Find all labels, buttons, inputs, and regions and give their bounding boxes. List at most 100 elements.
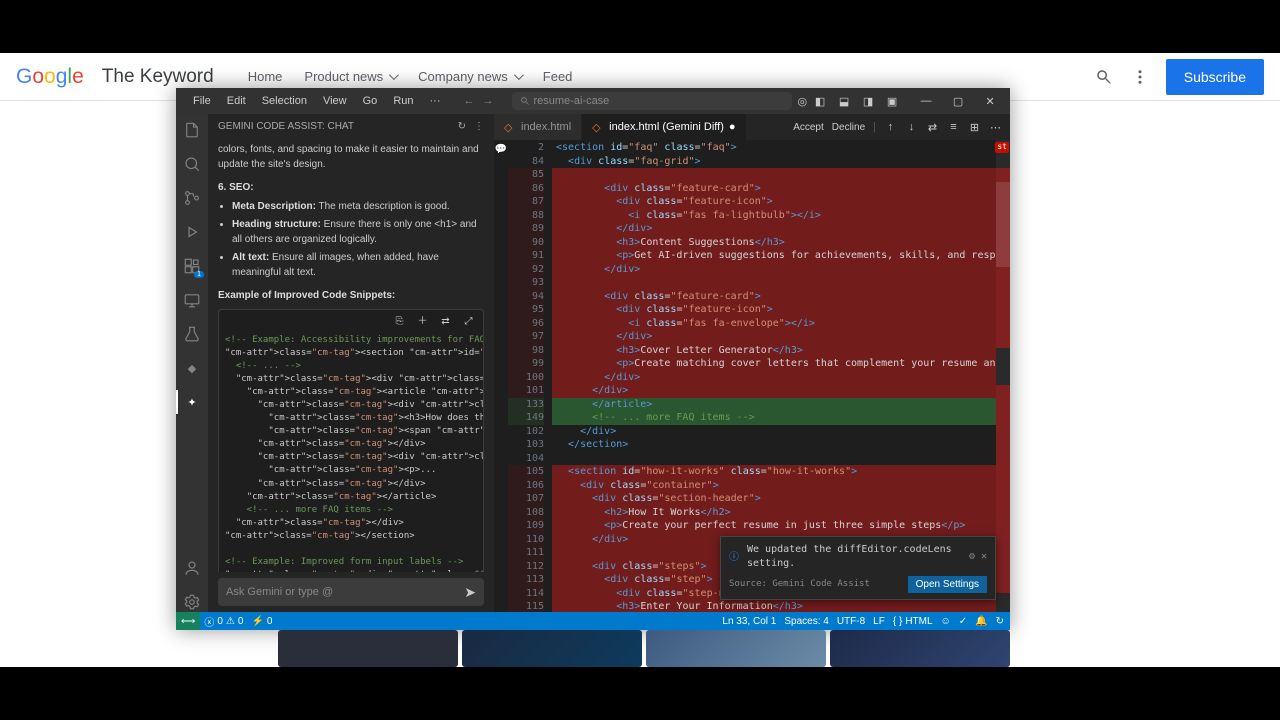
minimap[interactable]: st [996,140,1010,612]
nav-home[interactable]: Home [248,69,283,84]
status-bell-icon[interactable]: 🔔 [975,616,987,627]
search-icon [520,96,530,106]
html-file-icon: ◇ [504,121,516,133]
nav-feed[interactable]: Feed [543,69,573,84]
status-feedback-icon[interactable]: ☺ [941,616,951,627]
notification-close-icon[interactable]: ✕ [981,550,987,564]
comment-icon[interactable]: 💬 [495,143,507,155]
menu-run[interactable]: Run [388,95,418,107]
menu-file[interactable]: File [188,95,216,107]
activity-bar: 1 ◆ ✦ [176,114,208,612]
thumbnail[interactable] [646,630,826,667]
next-change-icon[interactable]: ↓ [905,121,918,134]
chat-history-icon[interactable]: ⋮ [474,121,484,132]
tab-gemini-diff[interactable]: ◇ index.html (Gemini Diff) ● [582,114,746,140]
inline-view-icon[interactable]: ≡ [947,121,960,134]
editor-tabs: ◇ index.html ◇ index.html (Gemini Diff) … [494,114,1010,140]
status-problems[interactable]: ⓧ 0 ⚠ 0 [204,614,243,629]
menu-selection[interactable]: Selection [257,95,312,107]
line-gutter: 2848586878889909192939495969798991001011… [508,140,552,612]
swap-icon[interactable]: ⇄ [926,121,939,134]
menu-more[interactable]: ··· [425,95,446,107]
thumbnail[interactable] [462,630,642,667]
debug-icon[interactable] [182,222,202,242]
prev-change-icon[interactable]: ↑ [884,121,897,134]
status-ports[interactable]: ⚡0 [251,616,272,627]
chevron-down-icon [514,70,524,80]
status-cursor[interactable]: Ln 33, Col 1 [722,616,776,627]
more-actions-icon[interactable]: ⋯ [989,121,1002,134]
settings-icon[interactable] [182,592,202,612]
customize-layout-icon[interactable]: ▣ [885,94,899,108]
thumbnail[interactable] [830,630,1010,667]
subscribe-button[interactable]: Subscribe [1166,59,1264,95]
video-thumbnails [278,630,1010,667]
status-eol[interactable]: LF [873,616,885,627]
vscode-titlebar: File Edit Selection View Go Run ··· ← → … [176,88,1010,114]
code-content: <!-- Example: Accessibility improvements… [219,332,483,572]
send-icon[interactable]: ➤ [464,584,476,601]
vscode-window: File Edit Selection View Go Run ··· ← → … [176,88,1010,630]
chat-heading-snippets: Example of Improved Code Snippets: [218,288,484,303]
diff-decline-button[interactable]: Decline [832,122,865,133]
chat-input[interactable]: Ask Gemini or type @ ➤ [218,578,484,606]
status-live-icon[interactable]: ↻ [996,616,1004,627]
explorer-icon[interactable] [182,120,202,140]
window-maximize[interactable]: ▢ [943,88,973,114]
chevron-down-icon [389,70,399,80]
gemini-icon[interactable]: ✦ [182,392,202,412]
info-icon: ⓘ [729,551,741,563]
notification-settings-icon[interactable]: ⚙ [969,550,975,564]
expand-icon[interactable]: ⤢ [462,315,475,328]
remote-explorer-icon[interactable] [182,290,202,310]
layout-bottom-icon[interactable]: ⬓ [837,94,851,108]
command-center-search[interactable]: resume-ai-case [512,92,792,110]
open-settings-button[interactable]: Open Settings [908,576,987,593]
remote-indicator[interactable]: ⟷ [176,612,200,630]
notification-source: Source: Gemini Code Assist [729,578,870,590]
more-vert-icon[interactable] [1130,67,1150,87]
window-close[interactable]: ✕ [975,88,1005,114]
tab-index-html[interactable]: ◇ index.html [494,114,582,140]
search-icon[interactable] [1094,67,1114,87]
chat-code-snippet: ⎘ ＋ ⇄ ⤢ <!-- Example: Accessibility impr… [218,309,484,572]
layout-right-icon[interactable]: ◨ [861,94,875,108]
menu-go[interactable]: Go [358,95,383,107]
extensions-icon[interactable]: 1 [182,256,202,276]
diff-accept-button[interactable]: Accept [793,122,824,133]
gemini-chat-panel: GEMINI CODE ASSIST: CHAT ↻ ⋮ colors, fon… [208,114,494,612]
nav-product-news[interactable]: Product news [304,69,396,84]
new-chat-icon[interactable]: ↻ [458,121,466,132]
code-area[interactable]: <section id="faq" class="faq"> <div clas… [552,140,1010,612]
copilot-icon[interactable]: ◎ [798,94,808,108]
notification-message: We updated the diffEditor.codeLens setti… [747,543,963,570]
menu-edit[interactable]: Edit [222,95,251,107]
thumbnail[interactable] [278,630,458,667]
status-spaces[interactable]: Spaces: 4 [784,616,828,627]
status-encoding[interactable]: UTF-8 [837,616,865,627]
diff-icon[interactable]: ⇄ [439,315,452,328]
status-bar: ⟷ ⓧ 0 ⚠ 0 ⚡0 Ln 33, Col 1 Spaces: 4 UTF-… [176,612,1010,630]
account-icon[interactable] [182,558,202,578]
google-logo: Google [16,65,84,89]
layout-left-icon[interactable]: ◧ [813,94,827,108]
diff-editor[interactable]: 💬 28485868788899091929394959697989910010… [494,140,1010,612]
status-language[interactable]: { } HTML [893,616,933,627]
insert-icon[interactable]: ＋ [416,315,429,328]
panel-title: GEMINI CODE ASSIST: CHAT [218,121,354,132]
copy-icon[interactable]: ⎘ [393,315,406,328]
chat-heading-seo: 6. SEO: [218,180,484,195]
notification-toast: ⓘ We updated the diffEditor.codeLens set… [720,536,996,600]
status-prettier-icon[interactable]: ✓ [959,616,967,627]
source-control-icon[interactable] [182,188,202,208]
nav-forward-icon[interactable]: → [483,95,494,107]
testing-icon[interactable] [182,324,202,344]
search-icon[interactable] [182,154,202,174]
nav-back-icon[interactable]: ← [464,95,475,107]
database-icon[interactable]: ◆ [182,358,202,378]
nav-company-news[interactable]: Company news [418,69,521,84]
whitespace-icon[interactable]: ⊞ [968,121,981,134]
window-minimize[interactable]: — [911,88,941,114]
site-title: The Keyword [102,66,214,88]
menu-view[interactable]: View [318,95,352,107]
